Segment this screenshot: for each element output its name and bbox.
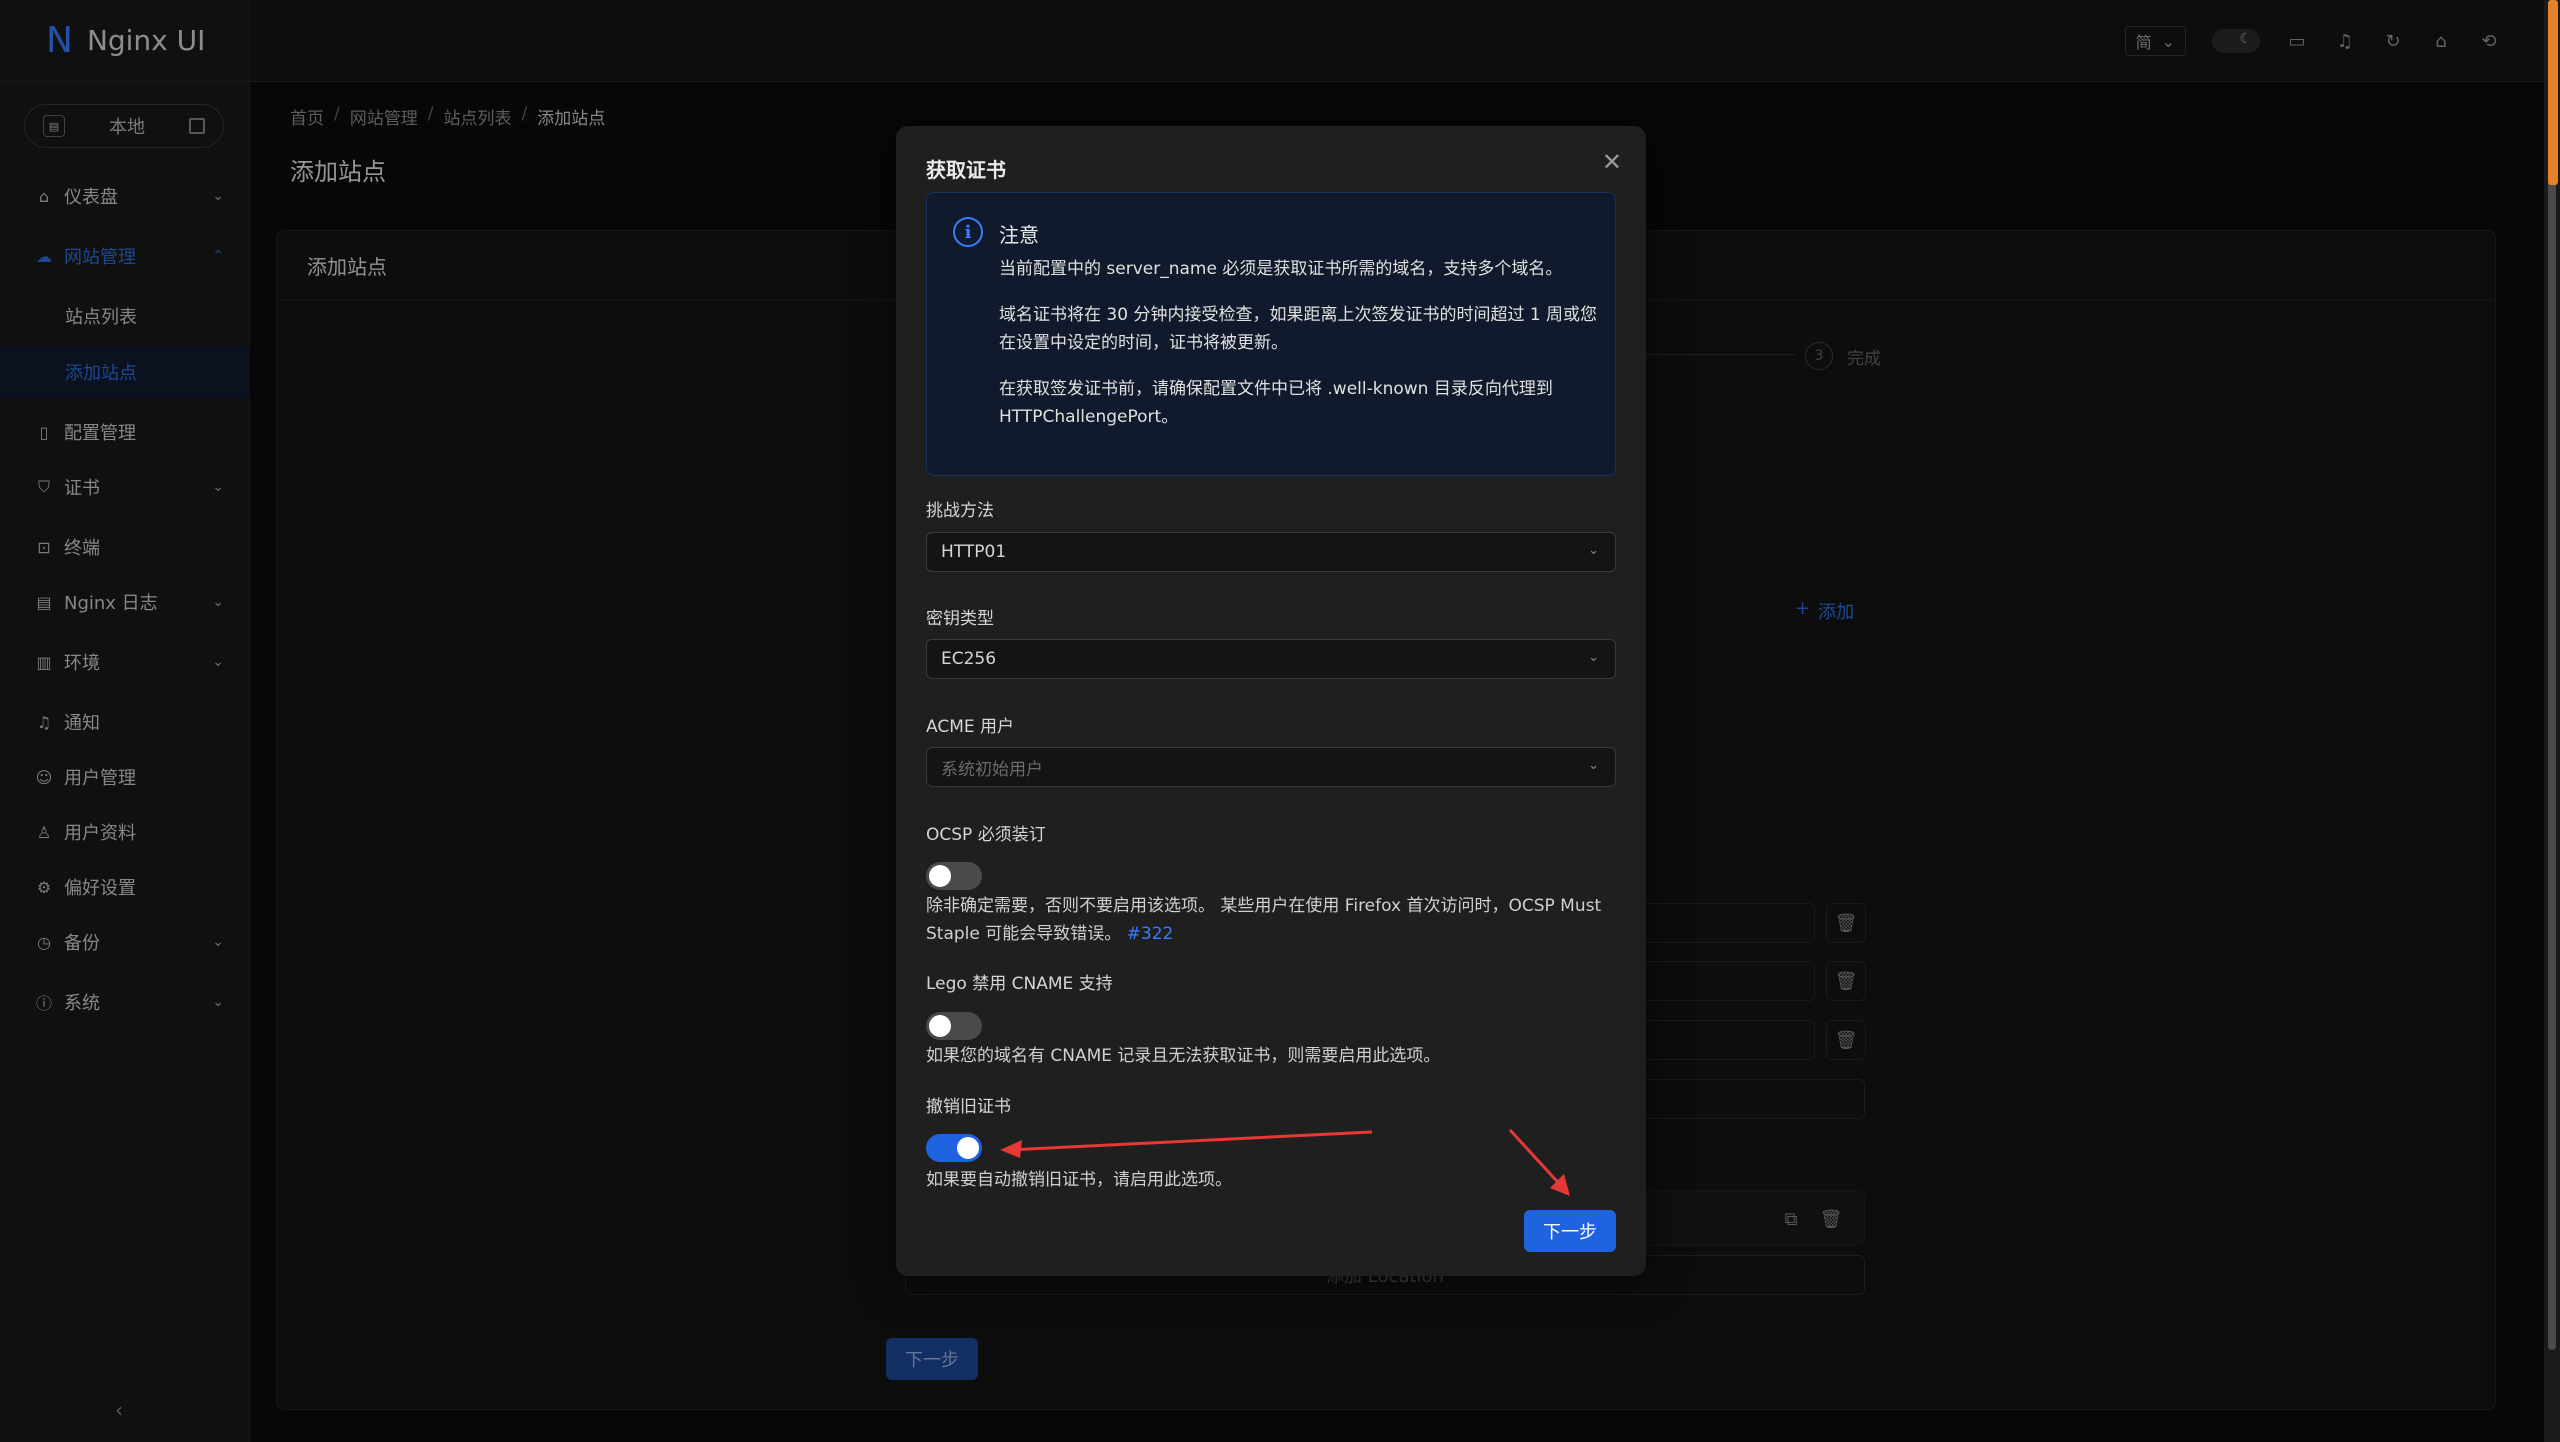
annotation-arrows	[1000, 1128, 1570, 1196]
arrow-to-next-button	[1508, 1128, 1570, 1196]
arrow-to-revoke-switch	[1000, 1130, 1373, 1158]
